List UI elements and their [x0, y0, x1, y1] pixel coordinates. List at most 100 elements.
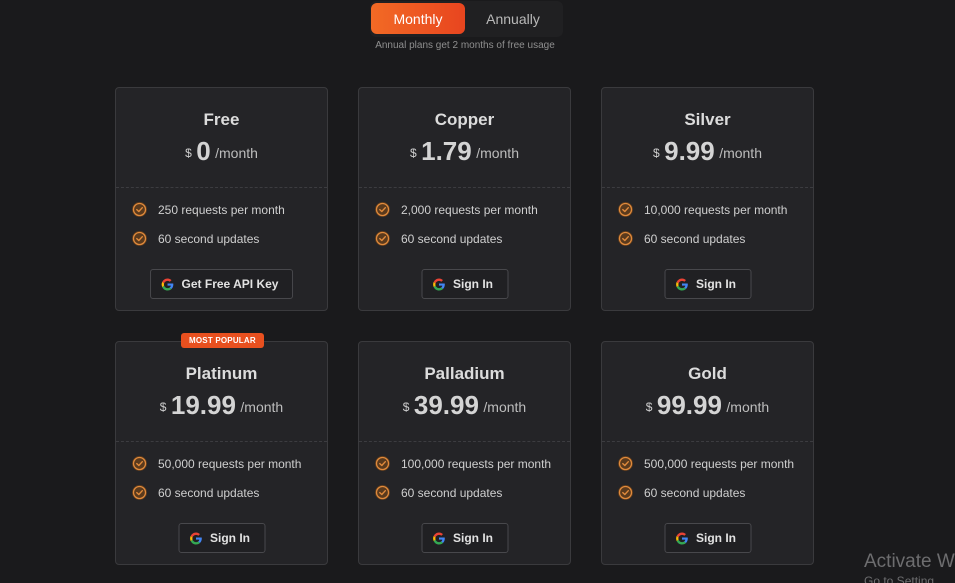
plan-name: Platinum: [185, 364, 258, 383]
annually-toggle-button[interactable]: Annually: [466, 3, 560, 34]
check-circle-icon: [375, 202, 390, 217]
feature-item: 60 second updates: [132, 485, 259, 500]
plan-price: $ 99.99 /month: [602, 392, 813, 423]
cta-label: Sign In: [696, 531, 736, 545]
sign-in-button[interactable]: Sign In: [421, 269, 508, 299]
check-circle-icon: [618, 456, 633, 471]
feature-item: 500,000 requests per month: [618, 456, 794, 471]
most-popular-badge: MOST POPULAR: [181, 333, 264, 348]
plan-header: Gold $ 99.99 /month: [602, 342, 813, 442]
sign-in-button[interactable]: Sign In: [664, 523, 751, 553]
price-period: /month: [215, 145, 258, 161]
feature-item: 10,000 requests per month: [618, 202, 787, 217]
feature-item: 60 second updates: [618, 485, 745, 500]
plan-header: Free $ 0 /month: [116, 88, 327, 188]
get-free-api-key-button[interactable]: Get Free API Key: [149, 269, 294, 299]
feature-item: 100,000 requests per month: [375, 456, 551, 471]
plan-name: Silver: [684, 110, 731, 129]
google-icon: [675, 532, 688, 545]
annual-discount-note: Annual plans get 2 months of free usage: [375, 40, 555, 51]
google-icon: [161, 278, 174, 291]
price-currency: $: [652, 146, 660, 160]
plan-name: Copper: [434, 110, 495, 129]
plan-card-gold: Gold $ 99.99 /month 500,000 requests per…: [601, 341, 814, 565]
monthly-toggle-button[interactable]: Monthly: [371, 3, 465, 34]
price-currency: $: [159, 400, 167, 414]
plan-price: $ 19.99 /month: [116, 392, 327, 423]
feature-item: 2,000 requests per month: [375, 202, 538, 217]
check-circle-icon: [618, 231, 633, 246]
feature-label: 250 requests per month: [158, 202, 285, 217]
plan-header: Palladium $ 39.99 /month: [359, 342, 570, 442]
feature-label: 60 second updates: [158, 485, 260, 500]
price-amount: 39.99: [413, 390, 479, 420]
plan-header: Silver $ 9.99 /month: [602, 88, 813, 188]
check-circle-icon: [132, 456, 147, 471]
plan-card-free: Free $ 0 /month 250 requests per month 6…: [115, 87, 328, 311]
cta-label: Sign In: [453, 277, 493, 291]
feature-label: 60 second updates: [644, 485, 746, 500]
plan-card-copper: Copper $ 1.79 /month 2,000 requests per …: [358, 87, 571, 311]
price-amount: 9.99: [664, 136, 715, 166]
feature-item: 50,000 requests per month: [132, 456, 301, 471]
feature-item: 60 second updates: [375, 485, 502, 500]
feature-label: 100,000 requests per month: [401, 456, 552, 471]
plan-card-palladium: Palladium $ 39.99 /month 100,000 request…: [358, 341, 571, 565]
cta-label: Sign In: [696, 277, 736, 291]
feature-label: 50,000 requests per month: [158, 456, 302, 471]
cta-label: Get Free API Key: [181, 277, 279, 291]
feature-label: 2,000 requests per month: [401, 202, 538, 217]
feature-label: 60 second updates: [401, 485, 503, 500]
cta-label: Sign In: [210, 531, 250, 545]
price-currency: $: [402, 400, 410, 414]
price-amount: 19.99: [170, 390, 236, 420]
sign-in-button[interactable]: Sign In: [421, 523, 508, 553]
plan-price: $ 0 /month: [116, 138, 327, 169]
check-circle-icon: [132, 231, 147, 246]
price-currency: $: [645, 400, 653, 414]
google-icon: [675, 278, 688, 291]
check-circle-icon: [618, 202, 633, 217]
plan-name: Free: [203, 110, 240, 129]
price-period: /month: [483, 399, 527, 415]
price-amount: 0: [196, 136, 211, 166]
sign-in-button[interactable]: Sign In: [178, 523, 265, 553]
plan-price: $ 9.99 /month: [602, 138, 813, 169]
check-circle-icon: [132, 485, 147, 500]
plan-price: $ 1.79 /month: [359, 138, 570, 169]
price-period: /month: [726, 399, 770, 415]
feature-item: 250 requests per month: [132, 202, 285, 217]
check-circle-icon: [132, 202, 147, 217]
feature-label: 60 second updates: [158, 231, 260, 246]
check-circle-icon: [618, 485, 633, 500]
plan-card-silver: Silver $ 9.99 /month 10,000 requests per…: [601, 87, 814, 311]
activation-watermark: Activate W: [864, 551, 955, 572]
feature-item: 60 second updates: [375, 231, 502, 246]
sign-in-button[interactable]: Sign In: [664, 269, 751, 299]
plan-header: Platinum $ 19.99 /month: [116, 342, 327, 442]
feature-item: 60 second updates: [618, 231, 745, 246]
price-period: /month: [240, 399, 284, 415]
check-circle-icon: [375, 485, 390, 500]
google-icon: [432, 532, 445, 545]
google-icon: [432, 278, 445, 291]
price-amount: 1.79: [421, 136, 472, 166]
activation-watermark-subtext: Go to Setting: [864, 574, 935, 583]
feature-label: 500,000 requests per month: [644, 456, 795, 471]
price-period: /month: [476, 145, 519, 161]
price-amount: 99.99: [656, 390, 722, 420]
plan-name: Gold: [688, 364, 727, 383]
check-circle-icon: [375, 456, 390, 471]
billing-toggle: Monthly Annually: [370, 1, 563, 37]
plan-name: Palladium: [424, 364, 505, 383]
check-circle-icon: [375, 231, 390, 246]
price-period: /month: [719, 145, 762, 161]
plan-header: Copper $ 1.79 /month: [359, 88, 570, 188]
feature-label: 60 second updates: [401, 231, 503, 246]
pricing-page: Monthly Annually Annual plans get 2 mont…: [0, 0, 955, 583]
price-currency: $: [185, 146, 192, 160]
price-currency: $: [409, 146, 417, 160]
feature-label: 60 second updates: [644, 231, 746, 246]
feature-label: 10,000 requests per month: [644, 202, 788, 217]
feature-item: 60 second updates: [132, 231, 259, 246]
